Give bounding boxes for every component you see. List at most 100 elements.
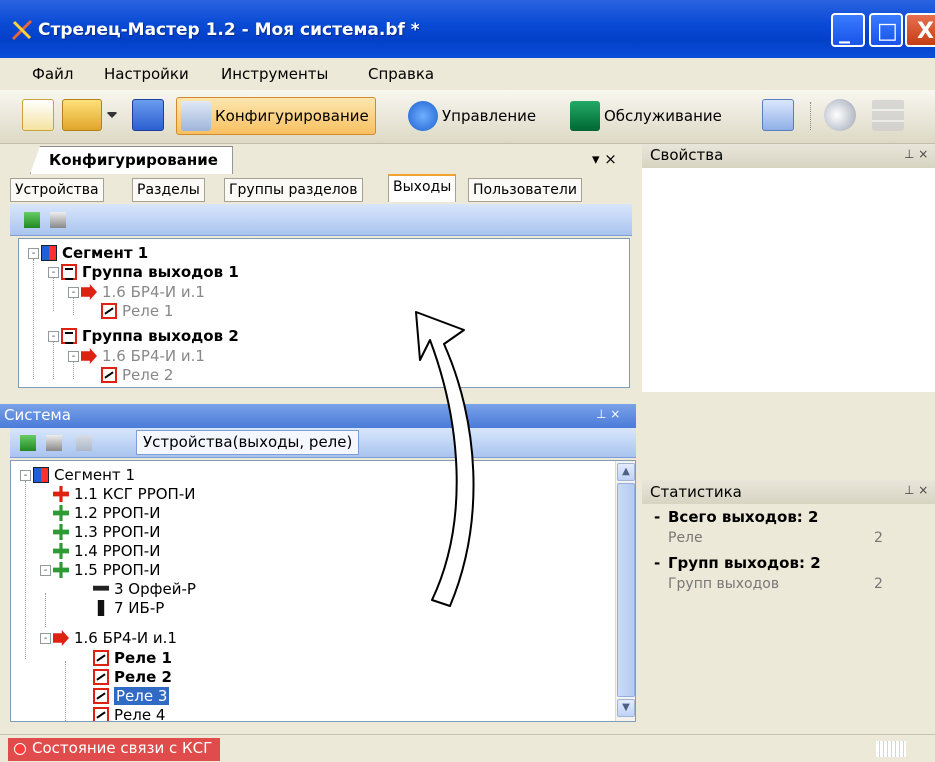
relay-icon <box>93 669 109 685</box>
window-title: Стрелец-Мастер 1.2 - Моя система.bf * <box>38 20 420 40</box>
add-node-icon[interactable] <box>20 435 36 451</box>
link-icon[interactable] <box>76 435 92 451</box>
tree-expand-icon[interactable] <box>46 435 62 451</box>
stat-group-total: - Всего выходов: 2 <box>654 508 819 526</box>
collapse-icon[interactable]: - <box>40 633 51 644</box>
collapse-icon[interactable]: - <box>20 470 31 481</box>
menu-bar: Файл Настройки Инструменты Справка <box>0 58 935 90</box>
ksg-device-icon <box>53 486 69 502</box>
scroll-up-icon[interactable]: ▲ <box>617 463 635 481</box>
menu-settings[interactable]: Настройки <box>104 65 189 83</box>
tree-output-group[interactable]: Группа выходов 2 <box>61 327 239 345</box>
rrop-device-icon <box>53 505 69 521</box>
control-icon <box>408 101 438 131</box>
tree-relay[interactable]: Реле 4 <box>93 706 165 721</box>
menu-tools[interactable]: Инструменты <box>221 65 328 83</box>
scroll-thumb[interactable] <box>617 483 635 697</box>
br4-device-icon <box>53 630 69 646</box>
tree-device[interactable]: 1.1 КСГ РРОП-И <box>53 485 195 503</box>
tree-segment[interactable]: Сегмент 1 <box>33 466 135 484</box>
stats-header: Статистика ⊥ × <box>642 480 935 504</box>
br4-device-icon <box>81 348 97 364</box>
relay-icon <box>101 303 117 319</box>
config-panel-close[interactable]: ▾ × <box>592 150 617 168</box>
tree-relay-selected[interactable]: Реле 3 <box>93 687 170 705</box>
tab-devices[interactable]: Устройства <box>10 178 104 202</box>
tree-expand-icon[interactable] <box>50 212 66 228</box>
collapse-icon[interactable]: - <box>48 267 59 278</box>
relay-icon <box>101 367 117 383</box>
collapse-icon[interactable]: - <box>40 565 51 576</box>
save-icon[interactable] <box>132 99 164 131</box>
tab-outputs[interactable]: Выходы <box>388 174 457 202</box>
tab-partition-groups[interactable]: Группы разделов <box>224 178 363 202</box>
menu-help[interactable]: Справка <box>368 65 434 83</box>
tree-device[interactable]: 1.4 РРОП-И <box>53 542 160 560</box>
tree-relay[interactable]: Реле 2 <box>93 668 172 686</box>
tree-device[interactable]: 1.5 РРОП-И <box>53 561 160 579</box>
ib-device-icon <box>97 600 105 616</box>
filter-button[interactable]: Устройства(выходы, реле) <box>136 430 360 455</box>
tree-device[interactable]: 1.6 БР4-И и.1 <box>53 629 177 647</box>
toolbar: Конфигурирование Управление Обслуживание <box>0 90 935 144</box>
service-button[interactable]: Обслуживание <box>566 97 728 135</box>
speaker-icon[interactable] <box>824 99 856 131</box>
tree-output-group[interactable]: Группа выходов 1 <box>61 263 239 281</box>
tab-partitions[interactable]: Разделы <box>132 178 205 202</box>
relay-icon <box>93 688 109 704</box>
br4-device-icon <box>81 284 97 300</box>
control-button[interactable]: Управление <box>404 97 542 135</box>
empty-dock-area <box>642 400 935 474</box>
system-header: Система ⊥ × <box>0 404 636 428</box>
properties-pin-close[interactable]: ⊥ × <box>904 147 928 161</box>
collapse-icon[interactable]: - <box>68 351 79 362</box>
tree-relay[interactable]: Реле 1 <box>93 649 172 667</box>
output-group-icon <box>61 328 77 344</box>
add-node-icon[interactable] <box>24 212 40 228</box>
system-tree-scrollbar[interactable]: ▲ ▼ <box>615 461 635 721</box>
tree-device[interactable]: 3 Орфей-Р <box>93 580 196 598</box>
menu-file[interactable]: Файл <box>32 65 73 83</box>
annotation-arrow <box>415 311 475 607</box>
config-panel-tab[interactable]: Конфигурирование <box>30 146 233 174</box>
tree-segment[interactable]: Сегмент 1 <box>41 244 148 262</box>
tree-relay[interactable]: Реле 1 <box>101 302 173 320</box>
collapse-icon[interactable]: - <box>28 248 39 259</box>
system-pin-close[interactable]: ⊥ × <box>596 407 620 421</box>
tab-users[interactable]: Пользователи <box>468 178 582 202</box>
collapse-icon[interactable]: - <box>68 287 79 298</box>
minimize-button[interactable]: _ <box>831 13 865 47</box>
run-window-icon[interactable] <box>762 99 794 131</box>
tree-device[interactable]: 1.6 БР4-И и.1 <box>81 283 205 301</box>
segment-icon <box>41 245 57 261</box>
toolbar-separator <box>810 102 812 130</box>
collapse-icon[interactable]: - <box>48 331 59 342</box>
segment-icon <box>33 467 49 483</box>
relay-icon <box>93 650 109 666</box>
tree-device[interactable]: 1.3 РРОП-И <box>53 523 160 541</box>
tree-device[interactable]: 1.6 БР4-И и.1 <box>81 347 205 365</box>
title-bar: Стрелец-Мастер 1.2 - Моя система.bf * _ … <box>0 0 935 58</box>
outputs-tree: - Сегмент 1 - Группа выходов 1 - 1.6 БР4… <box>18 238 630 388</box>
rrop-device-icon <box>53 562 69 578</box>
keyboard-indicator-icon <box>876 741 906 757</box>
maximize-button[interactable]: □ <box>869 13 903 47</box>
properties-area <box>642 168 935 392</box>
close-button[interactable]: X <box>905 13 935 47</box>
properties-header: Свойства ⊥ × <box>642 144 935 168</box>
tree-relay[interactable]: Реле 2 <box>101 366 173 384</box>
dropdown-arrow-icon[interactable] <box>106 112 118 118</box>
connection-status: Состояние связи с КСГ <box>8 738 221 761</box>
stat-row-relay: Реле 2 <box>668 530 883 546</box>
relay-icon <box>93 707 109 721</box>
tree-device[interactable]: 1.2 РРОП-И <box>53 504 160 522</box>
grid-icon[interactable] <box>872 99 904 131</box>
stats-pin-close[interactable]: ⊥ × <box>904 483 928 497</box>
configure-button[interactable]: Конфигурирование <box>176 97 376 135</box>
configure-icon <box>181 101 211 131</box>
open-folder-icon[interactable] <box>62 99 102 131</box>
service-icon <box>570 101 600 131</box>
tree-device[interactable]: 7 ИБ-Р <box>93 599 164 617</box>
new-file-icon[interactable] <box>22 99 54 131</box>
scroll-down-icon[interactable]: ▼ <box>617 699 635 717</box>
